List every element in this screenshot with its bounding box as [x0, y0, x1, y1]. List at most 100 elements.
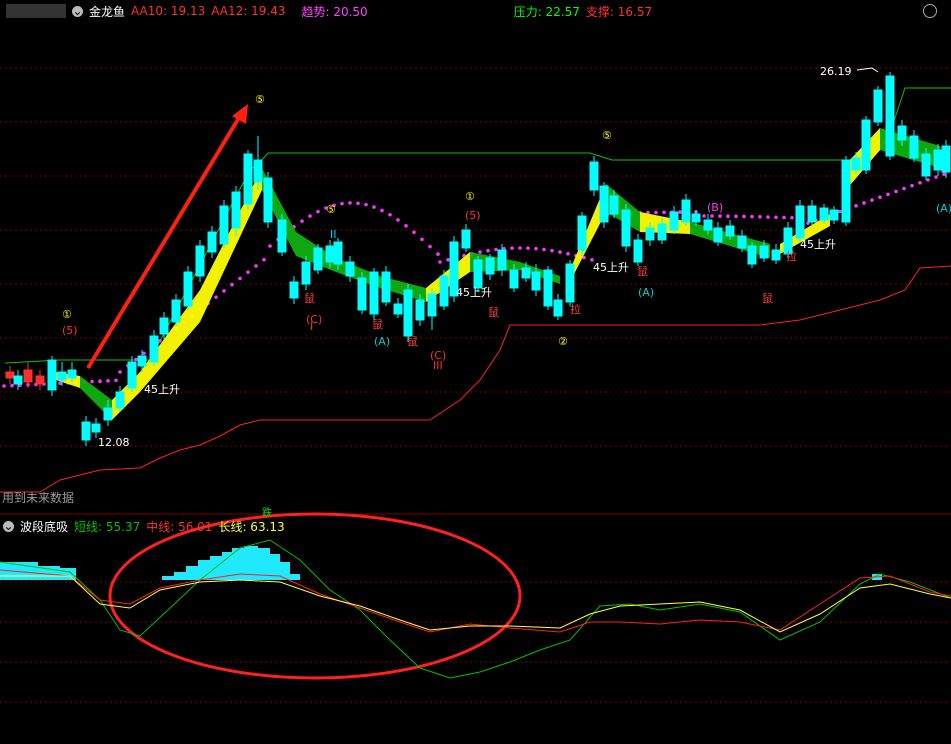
signal-label: 鼠	[407, 334, 418, 348]
candle-body	[921, 153, 931, 177]
trend-dot	[510, 246, 514, 250]
histogram-bar	[290, 574, 300, 580]
candle	[589, 156, 599, 196]
candle-body	[325, 245, 335, 263]
wave-mark: (A)	[638, 286, 654, 299]
candle-body	[81, 421, 91, 441]
candle	[13, 370, 23, 390]
candle-body	[565, 263, 575, 303]
trend-dot	[158, 339, 162, 343]
candle	[795, 200, 805, 242]
candle-body	[231, 191, 241, 229]
trend-dot	[766, 215, 770, 219]
trend-dot	[214, 295, 218, 299]
candle	[403, 284, 413, 342]
candle-body	[829, 209, 839, 221]
candle	[747, 242, 757, 268]
candle	[263, 172, 273, 228]
candle-body	[941, 145, 951, 173]
candle-body	[509, 269, 519, 289]
candle	[681, 194, 691, 226]
candle-body	[91, 423, 101, 433]
candle-body	[861, 119, 871, 171]
candle-body	[461, 229, 471, 249]
trend-dot	[438, 260, 442, 264]
candle-body	[357, 277, 367, 311]
candle	[289, 276, 299, 304]
candle-body	[909, 135, 919, 159]
candle-body	[35, 375, 45, 385]
trend-dot	[268, 244, 272, 248]
chevron-down-icon[interactable]: ⌄	[3, 520, 14, 532]
trend-dot	[718, 214, 722, 218]
candle	[313, 244, 323, 274]
candle	[829, 206, 839, 224]
wave-mark: ①	[62, 308, 72, 321]
short-line	[0, 539, 951, 679]
candle	[669, 206, 679, 234]
histogram-bar	[60, 568, 76, 580]
trend-dot	[894, 189, 898, 194]
trend-dot	[254, 264, 258, 268]
trend-dot	[918, 181, 922, 185]
trend-dot	[316, 209, 320, 214]
trend-dot	[222, 289, 226, 293]
candle	[885, 72, 895, 160]
highlight-ellipse	[108, 512, 522, 680]
trend-dot	[348, 201, 352, 205]
candle-body	[13, 375, 23, 385]
candle-body	[159, 317, 169, 335]
mid-line	[0, 569, 951, 633]
trend-dot	[356, 201, 360, 206]
candle	[439, 270, 449, 310]
trend-dot	[878, 195, 882, 199]
signal-label: 拉	[786, 249, 797, 263]
candle-body	[633, 239, 643, 263]
trend-dot	[134, 357, 138, 362]
trend-dot	[566, 251, 570, 256]
mid-value: 中线: 56.01	[146, 519, 213, 534]
candle	[207, 226, 217, 258]
trend-dot	[750, 214, 754, 219]
candle	[565, 260, 575, 306]
histogram-bar	[162, 576, 174, 580]
candle	[543, 266, 553, 310]
histogram	[0, 546, 882, 580]
wave-mark: (5)	[62, 324, 78, 337]
trend-dot	[902, 186, 906, 191]
signal-label: 鼠	[637, 264, 648, 278]
trend-dot	[486, 248, 490, 253]
wave-mark: II	[330, 228, 337, 241]
candle-body	[393, 303, 403, 315]
candle-body	[277, 219, 287, 253]
trend-dot	[774, 215, 778, 220]
candle	[253, 136, 263, 190]
sub-indicator-name[interactable]: 波段底吸	[20, 518, 68, 535]
candle-body	[851, 157, 861, 171]
candle-body	[841, 159, 851, 223]
pressure-line	[4, 87, 951, 364]
trend-dot	[838, 209, 842, 214]
candle-body	[819, 207, 829, 221]
trend-dot	[446, 258, 450, 262]
candle	[599, 182, 609, 228]
candle	[357, 272, 367, 314]
candle	[841, 156, 851, 226]
candle-body	[521, 267, 531, 279]
histogram-bar	[174, 572, 188, 580]
candle-body	[171, 299, 181, 323]
trend-dot	[114, 378, 118, 383]
candle	[621, 204, 631, 252]
candle-body	[23, 369, 33, 383]
candle	[461, 224, 471, 252]
trend-dot	[542, 247, 546, 252]
candle	[127, 356, 137, 392]
candle	[909, 130, 919, 162]
wave-mark: ①	[465, 190, 475, 203]
candle	[91, 418, 101, 438]
candle	[807, 200, 817, 226]
candle-body	[645, 227, 655, 241]
candle-body	[369, 271, 379, 315]
candle-body	[253, 159, 263, 183]
candle	[149, 330, 159, 366]
